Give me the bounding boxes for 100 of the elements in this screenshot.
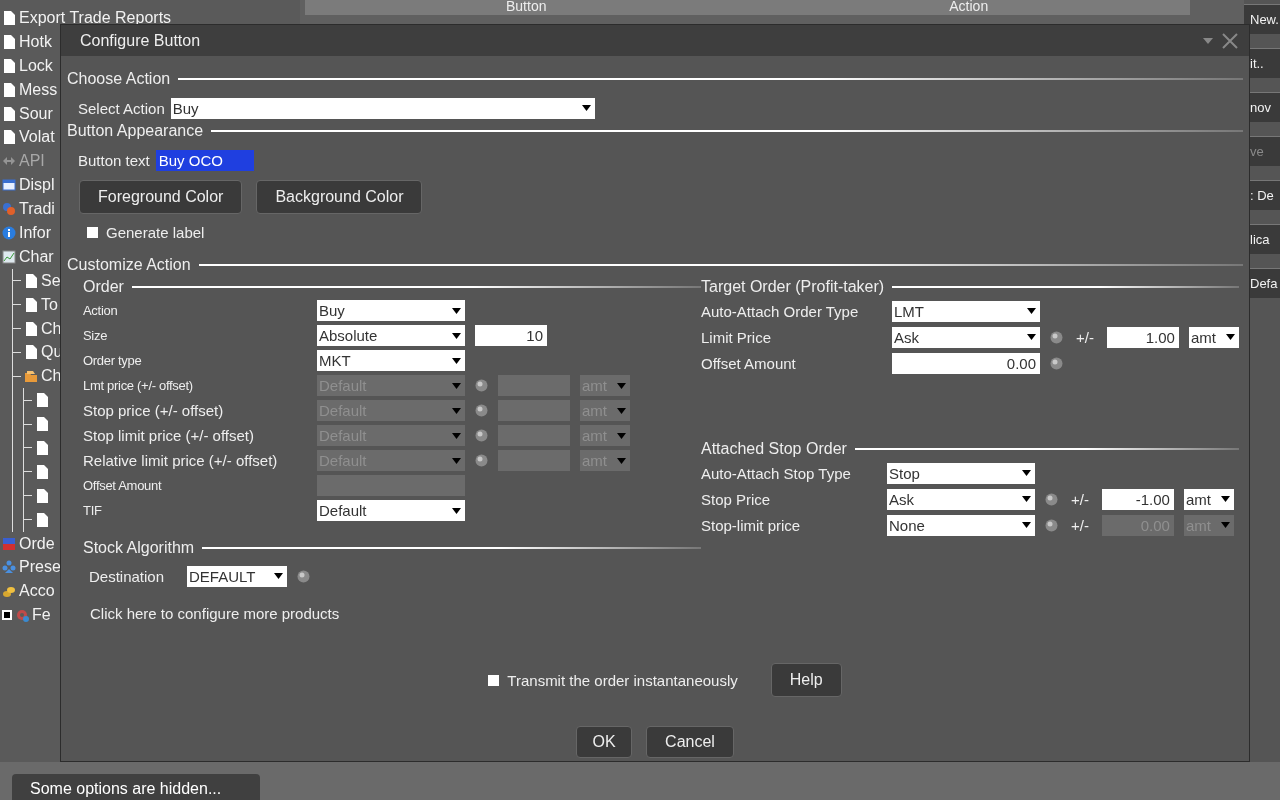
dropdown[interactable]: Ask — [887, 488, 1035, 510]
color-button[interactable]: Foreground Color — [79, 180, 243, 214]
page-icon — [24, 296, 38, 313]
help-button[interactable]: Help — [770, 663, 842, 697]
section-heading: Choose Action — [67, 70, 171, 88]
dropdown[interactable]: Absolute — [317, 325, 465, 346]
field-label: Destination — [89, 567, 166, 585]
tree-item[interactable]: Se — [41, 271, 61, 290]
caret-icon — [1220, 522, 1230, 528]
field-label: Offset Amount — [701, 354, 797, 372]
input-field[interactable]: 10 — [475, 325, 547, 346]
tree-item[interactable]: Mess — [19, 80, 58, 99]
info-icon — [475, 429, 488, 442]
section-heading: Customize Action — [67, 256, 191, 274]
caret-icon — [617, 382, 626, 389]
column-header[interactable]: Action — [747, 0, 1190, 15]
input-field[interactable]: 1.00 — [1106, 326, 1179, 348]
caret-icon — [452, 382, 461, 389]
people-icon — [2, 559, 16, 576]
section-heading: Stock Algorithm — [83, 539, 195, 557]
field-label: Auto-Attach Stop Type — [701, 464, 852, 482]
tree-item[interactable]: Orde — [19, 534, 55, 553]
tree-item[interactable]: Char — [19, 247, 54, 266]
input-field[interactable]: -1.00 — [1101, 488, 1174, 510]
dropdown[interactable]: amt — [1183, 488, 1234, 510]
dropdown[interactable]: Stop — [887, 462, 1035, 484]
dialog-button[interactable]: OK — [576, 726, 633, 758]
info-icon — [1045, 518, 1058, 532]
column-header[interactable]: Button — [305, 0, 748, 15]
dropdown[interactable]: None — [887, 514, 1035, 536]
dropdown[interactable]: Default — [317, 500, 465, 521]
caret-icon — [452, 457, 461, 464]
tree-item[interactable]: Ch — [41, 319, 62, 338]
tree-item[interactable]: Displ — [19, 176, 55, 195]
input-field[interactable]: 0.00 — [892, 352, 1040, 374]
window-title: Configure Button — [80, 31, 202, 50]
tree-item[interactable]: Lock — [19, 56, 53, 75]
tree-item[interactable]: To — [41, 295, 58, 314]
caret-icon — [1022, 522, 1031, 528]
field-label: Stop limit price (+/- offset) — [83, 427, 256, 444]
section-heading: Order — [83, 278, 124, 296]
info-icon — [2, 224, 16, 241]
tree-item[interactable]: Volat — [19, 128, 55, 147]
tree-item[interactable]: Infor — [19, 223, 51, 242]
dropdown[interactable]: DEFAULT — [187, 565, 287, 587]
side-button[interactable]: New. — [1244, 4, 1280, 34]
tree-item[interactable]: Hotk — [19, 32, 52, 51]
field-label: Offset Amount — [83, 478, 163, 493]
page-icon — [24, 344, 38, 361]
caret-icon — [452, 432, 461, 439]
gear-icon — [15, 607, 29, 624]
caret-icon — [1225, 334, 1235, 340]
dropdown[interactable]: Ask — [892, 326, 1040, 348]
options-hidden-button[interactable]: Some options are hidden... — [12, 774, 260, 800]
tree-item[interactable]: Tradi — [19, 200, 55, 219]
field-label: Stop Price — [701, 490, 772, 508]
dropdown-arrow-icon — [1203, 37, 1213, 44]
page-icon — [24, 320, 38, 337]
section-heading: Attached Stop Order — [701, 440, 847, 458]
close-icon — [1221, 31, 1239, 50]
field-label: Stop-limit price — [701, 516, 802, 534]
caret-icon — [617, 457, 626, 464]
dropdown[interactable]: amt — [1188, 326, 1239, 348]
caret-icon — [1022, 496, 1031, 502]
chart-icon — [2, 248, 16, 265]
dropdown[interactable]: MKT — [317, 350, 465, 371]
orders-icon — [2, 535, 16, 552]
checkbox[interactable] — [488, 674, 500, 686]
dropdown[interactable]: Buy — [317, 300, 465, 321]
section-heading: Button Appearance — [67, 122, 204, 140]
caret-icon — [1022, 470, 1031, 476]
tree-item[interactable]: Ch — [41, 367, 62, 386]
color-button[interactable]: Background Color — [256, 180, 423, 214]
tree-item[interactable]: Prese — [19, 558, 61, 577]
field-label: Button text — [78, 151, 150, 169]
text-input[interactable]: Buy OCO — [155, 149, 254, 171]
info-icon — [475, 379, 488, 392]
configure-products-link[interactable]: Click here to configure more products — [90, 605, 340, 622]
caret-icon — [617, 432, 626, 439]
field-label: Lmt price (+/- offset) — [83, 378, 194, 393]
checkbox[interactable] — [87, 226, 98, 238]
dropdown[interactable]: LMT — [892, 300, 1040, 322]
dialog-button[interactable]: Cancel — [646, 726, 734, 758]
tree-item[interactable]: Fe — [32, 606, 51, 625]
page-icon — [24, 272, 38, 289]
tree-item[interactable]: Export Trade Reports — [19, 8, 172, 27]
caret-icon — [617, 407, 626, 414]
field-label: Relative limit price (+/- offset) — [83, 452, 279, 469]
offset-label: +/- — [1071, 490, 1089, 508]
field-label: Size — [83, 328, 109, 343]
info-icon — [1050, 356, 1063, 370]
page-icon — [2, 33, 16, 50]
tree-item[interactable]: Acco — [19, 582, 55, 601]
tree-item[interactable]: Sour — [19, 104, 53, 123]
info-icon — [297, 569, 310, 583]
caret-icon — [452, 507, 461, 514]
dropdown[interactable]: Buy — [170, 97, 595, 119]
field-label: Stop price (+/- offset) — [83, 402, 225, 419]
checkbox[interactable] — [2, 610, 12, 621]
field-label: Order type — [83, 353, 143, 368]
